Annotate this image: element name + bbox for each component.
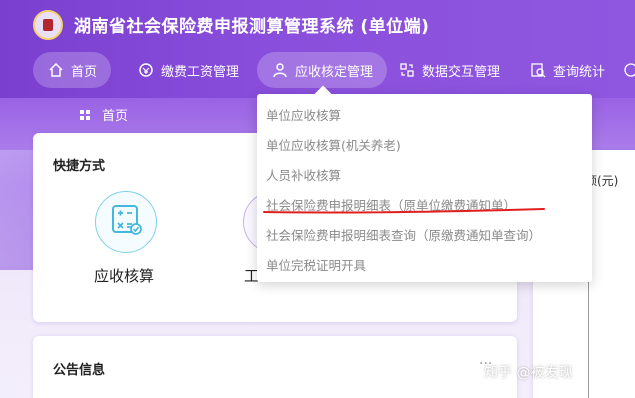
decorative-illustration <box>0 150 34 270</box>
menu-item-unit-receivable[interactable]: 单位应收核算 <box>266 105 341 124</box>
menu-item-unit-receivable-pension[interactable]: 单位应收核算(机关养老) <box>266 135 401 154</box>
quick-label: 应收核算 <box>94 267 155 285</box>
red-annotation-underline <box>263 208 545 214</box>
receivable-dropdown-menu: 单位应收核算 单位应收核算(机关养老) 人员补收核算 社会保险费申报明细表（原单… <box>257 94 592 282</box>
user-icon <box>271 61 289 79</box>
card-title: 快捷方式 <box>53 159 106 174</box>
nav-item-label: 缴费工资管理 <box>161 64 240 80</box>
nav-item-label: 首页 <box>71 64 98 80</box>
search-stats-icon <box>529 61 547 79</box>
menu-item-tax-certificate[interactable]: 单位完税证明开具 <box>266 255 366 274</box>
grid-icon <box>80 109 90 120</box>
more-icon <box>622 61 635 79</box>
nav-item-home[interactable]: 首页 <box>33 52 112 88</box>
nav-item-query-stats[interactable]: 查询统计 <box>529 52 605 88</box>
nav-item-data-exchange[interactable]: 数据交互管理 <box>398 52 500 88</box>
breadcrumb-label: 首页 <box>102 109 129 124</box>
watermark: 知乎 @被发现 <box>484 365 573 381</box>
payroll-icon <box>137 61 155 79</box>
nav-item-label: 应收核定管理 <box>295 64 374 80</box>
calculator-icon <box>109 203 143 241</box>
emblem-logo <box>33 10 63 40</box>
card-title: 公告信息 <box>53 363 106 378</box>
home-icon <box>47 61 65 79</box>
nav-item-receivable[interactable]: 应收核定管理 <box>257 52 388 88</box>
nav-item-payroll[interactable]: 缴费工资管理 <box>137 52 239 88</box>
data-exchange-icon <box>398 61 416 79</box>
nav-item-label: 查询统计 <box>553 64 606 80</box>
nav-item-label: 数据交互管理 <box>422 64 501 80</box>
notice-card: 公告信息 ··· <box>33 336 517 398</box>
app-header: 湖南省社会保险费申报测算管理系统 (单位端) 首页 缴费工资管理 应收核定管理 … <box>0 0 635 98</box>
menu-item-personnel-supplement[interactable]: 人员补收核算 <box>266 165 341 184</box>
breadcrumb[interactable]: 首页 <box>80 105 128 124</box>
nav-more[interactable] <box>622 52 635 88</box>
quick-receivable-button[interactable] <box>95 191 157 253</box>
app-title: 湖南省社会保险费申报测算管理系统 (单位端) <box>74 17 430 37</box>
menu-item-declaration-query[interactable]: 社会保险费申报明细表查询（原缴费通知单查询） <box>266 225 541 244</box>
main-nav: 首页 缴费工资管理 应收核定管理 数据交互管理 查询统计 <box>0 52 635 88</box>
